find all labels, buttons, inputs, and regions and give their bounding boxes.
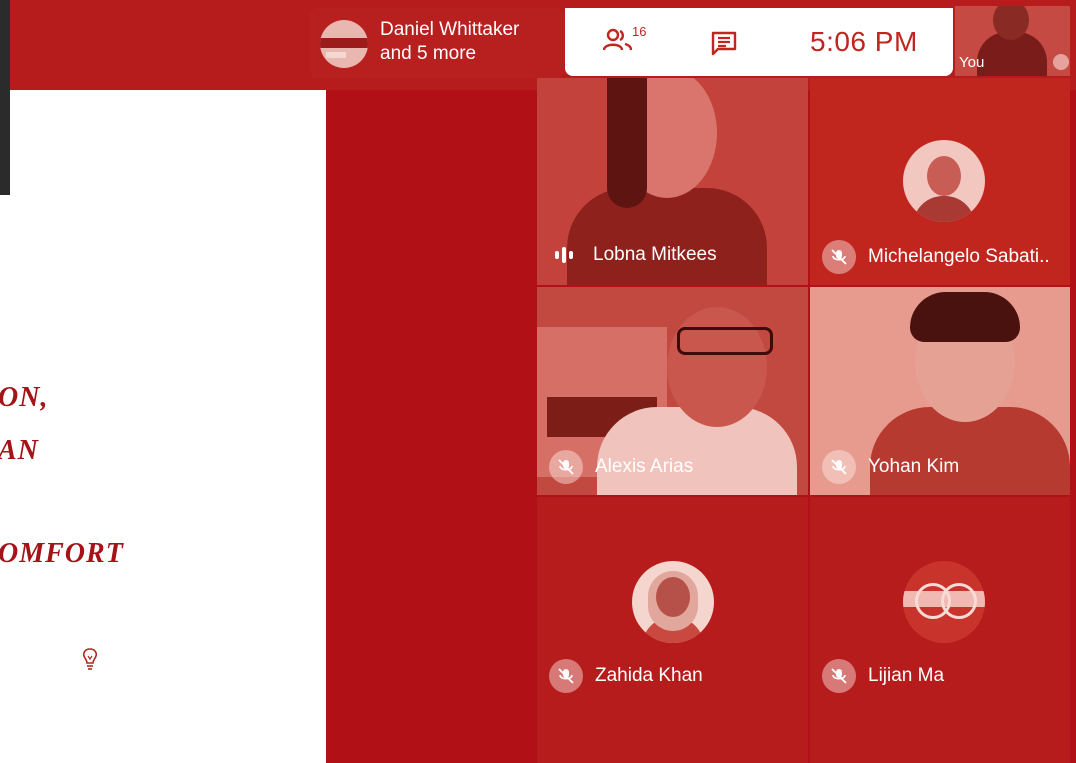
self-view-tile[interactable]: You [955, 6, 1070, 76]
window-edge [0, 0, 10, 195]
participant-tile-yohan[interactable]: Yohan Kim [810, 287, 1070, 495]
meeting-info-chip[interactable]: Daniel Whittaker and 5 more [310, 8, 564, 78]
participant-tile-zahida[interactable]: Zahida Khan [537, 497, 808, 763]
meeting-others: and 5 more [380, 43, 477, 64]
chat-icon[interactable] [710, 30, 738, 56]
mic-off-icon [822, 240, 856, 274]
avatar [903, 140, 985, 222]
participant-tile-michelangelo[interactable]: Michelangelo Sabati.. [810, 78, 1070, 285]
avatar [903, 561, 985, 643]
slide-text-line-1: ON, [0, 382, 49, 413]
mic-off-icon [549, 659, 583, 693]
clock-time: 5:06 PM [810, 26, 918, 57]
audio-level-icon [555, 246, 581, 264]
mic-off-icon [549, 450, 583, 484]
mic-off-icon [822, 450, 856, 484]
self-mic-indicator [1053, 54, 1069, 70]
mic-off-icon [822, 659, 856, 693]
participant-name: Michelangelo Sabati.. [868, 246, 1050, 267]
meeting-organizer: Daniel Whittaker [380, 19, 520, 40]
shared-slide: ON, AN OMFORT [0, 90, 326, 763]
participant-name: Lobna Mitkees [593, 244, 717, 265]
lightbulb-icon [82, 648, 98, 670]
avatar [632, 561, 714, 643]
call-controls-panel: 16 5:06 PM [565, 8, 953, 76]
participant-name: Zahida Khan [595, 665, 703, 686]
participant-name: Lijian Ma [868, 665, 945, 686]
participant-name: Alexis Arias [595, 456, 694, 477]
meeting-thumbnail [320, 20, 368, 68]
participant-tile-lobna[interactable]: Lobna Mitkees [537, 78, 808, 285]
participant-tile-lijian[interactable]: Lijian Ma [810, 497, 1070, 763]
people-icon[interactable] [603, 28, 633, 52]
slide-text-line-3: OMFORT [0, 538, 124, 569]
self-view-label: You [959, 54, 985, 71]
participant-tile-alexis[interactable]: Alexis Arias [537, 287, 808, 495]
slide-text-line-2: AN [0, 435, 39, 466]
participant-name: Yohan Kim [868, 456, 960, 477]
participant-count: 16 [632, 24, 647, 39]
